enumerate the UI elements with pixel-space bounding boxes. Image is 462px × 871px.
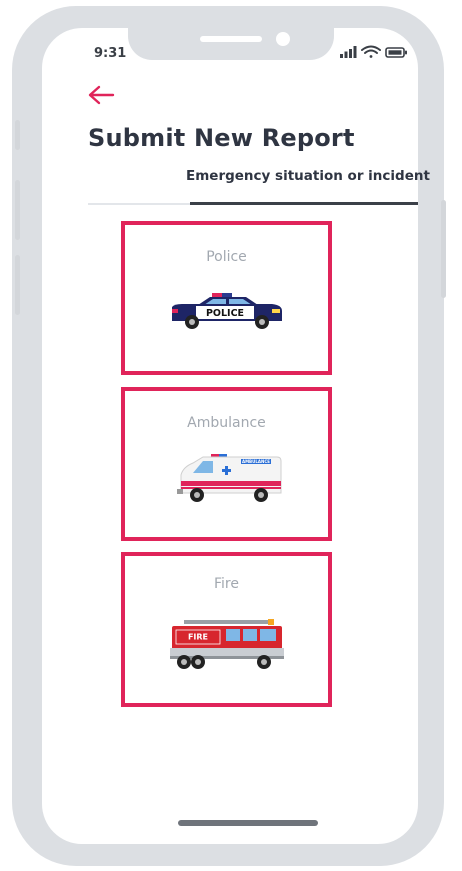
fire-truck-icon: FIRE — [169, 619, 284, 669]
camera — [276, 32, 290, 46]
report-card-fire[interactable]: Fire FIRE — [121, 552, 332, 707]
mute-switch — [15, 120, 20, 150]
volume-up-button — [15, 180, 20, 240]
back-arrow-icon[interactable] — [86, 84, 116, 108]
page-title: Submit New Report — [88, 124, 355, 152]
speaker — [200, 36, 262, 42]
card-label: Ambulance — [187, 415, 266, 431]
police-car-icon: POLICE — [171, 293, 282, 329]
report-card-ambulance[interactable]: Ambulance AMBULANCE — [121, 387, 332, 541]
police-car-text: POLICE — [205, 308, 243, 319]
signal-icon — [340, 46, 357, 58]
tab-active-indicator — [190, 202, 418, 205]
status-time: 9:31 — [94, 46, 127, 61]
ambulance-icon: AMBULANCE — [176, 454, 281, 502]
battery-icon — [385, 47, 407, 58]
power-button — [441, 200, 446, 298]
notch — [128, 16, 334, 60]
fire-truck-text: FIRE — [187, 633, 207, 642]
card-label: Police — [206, 249, 247, 265]
ambulance-text: AMBULANCE — [241, 459, 269, 464]
home-indicator[interactable] — [178, 820, 318, 826]
report-card-police[interactable]: Police POLICE — [121, 221, 332, 375]
wifi-icon — [361, 45, 381, 58]
card-label: Fire — [214, 576, 239, 592]
status-icons — [340, 45, 407, 58]
tab-emergency[interactable]: Emergency situation or incident — [186, 168, 430, 184]
tab-track — [88, 203, 190, 205]
volume-down-button — [15, 255, 20, 315]
